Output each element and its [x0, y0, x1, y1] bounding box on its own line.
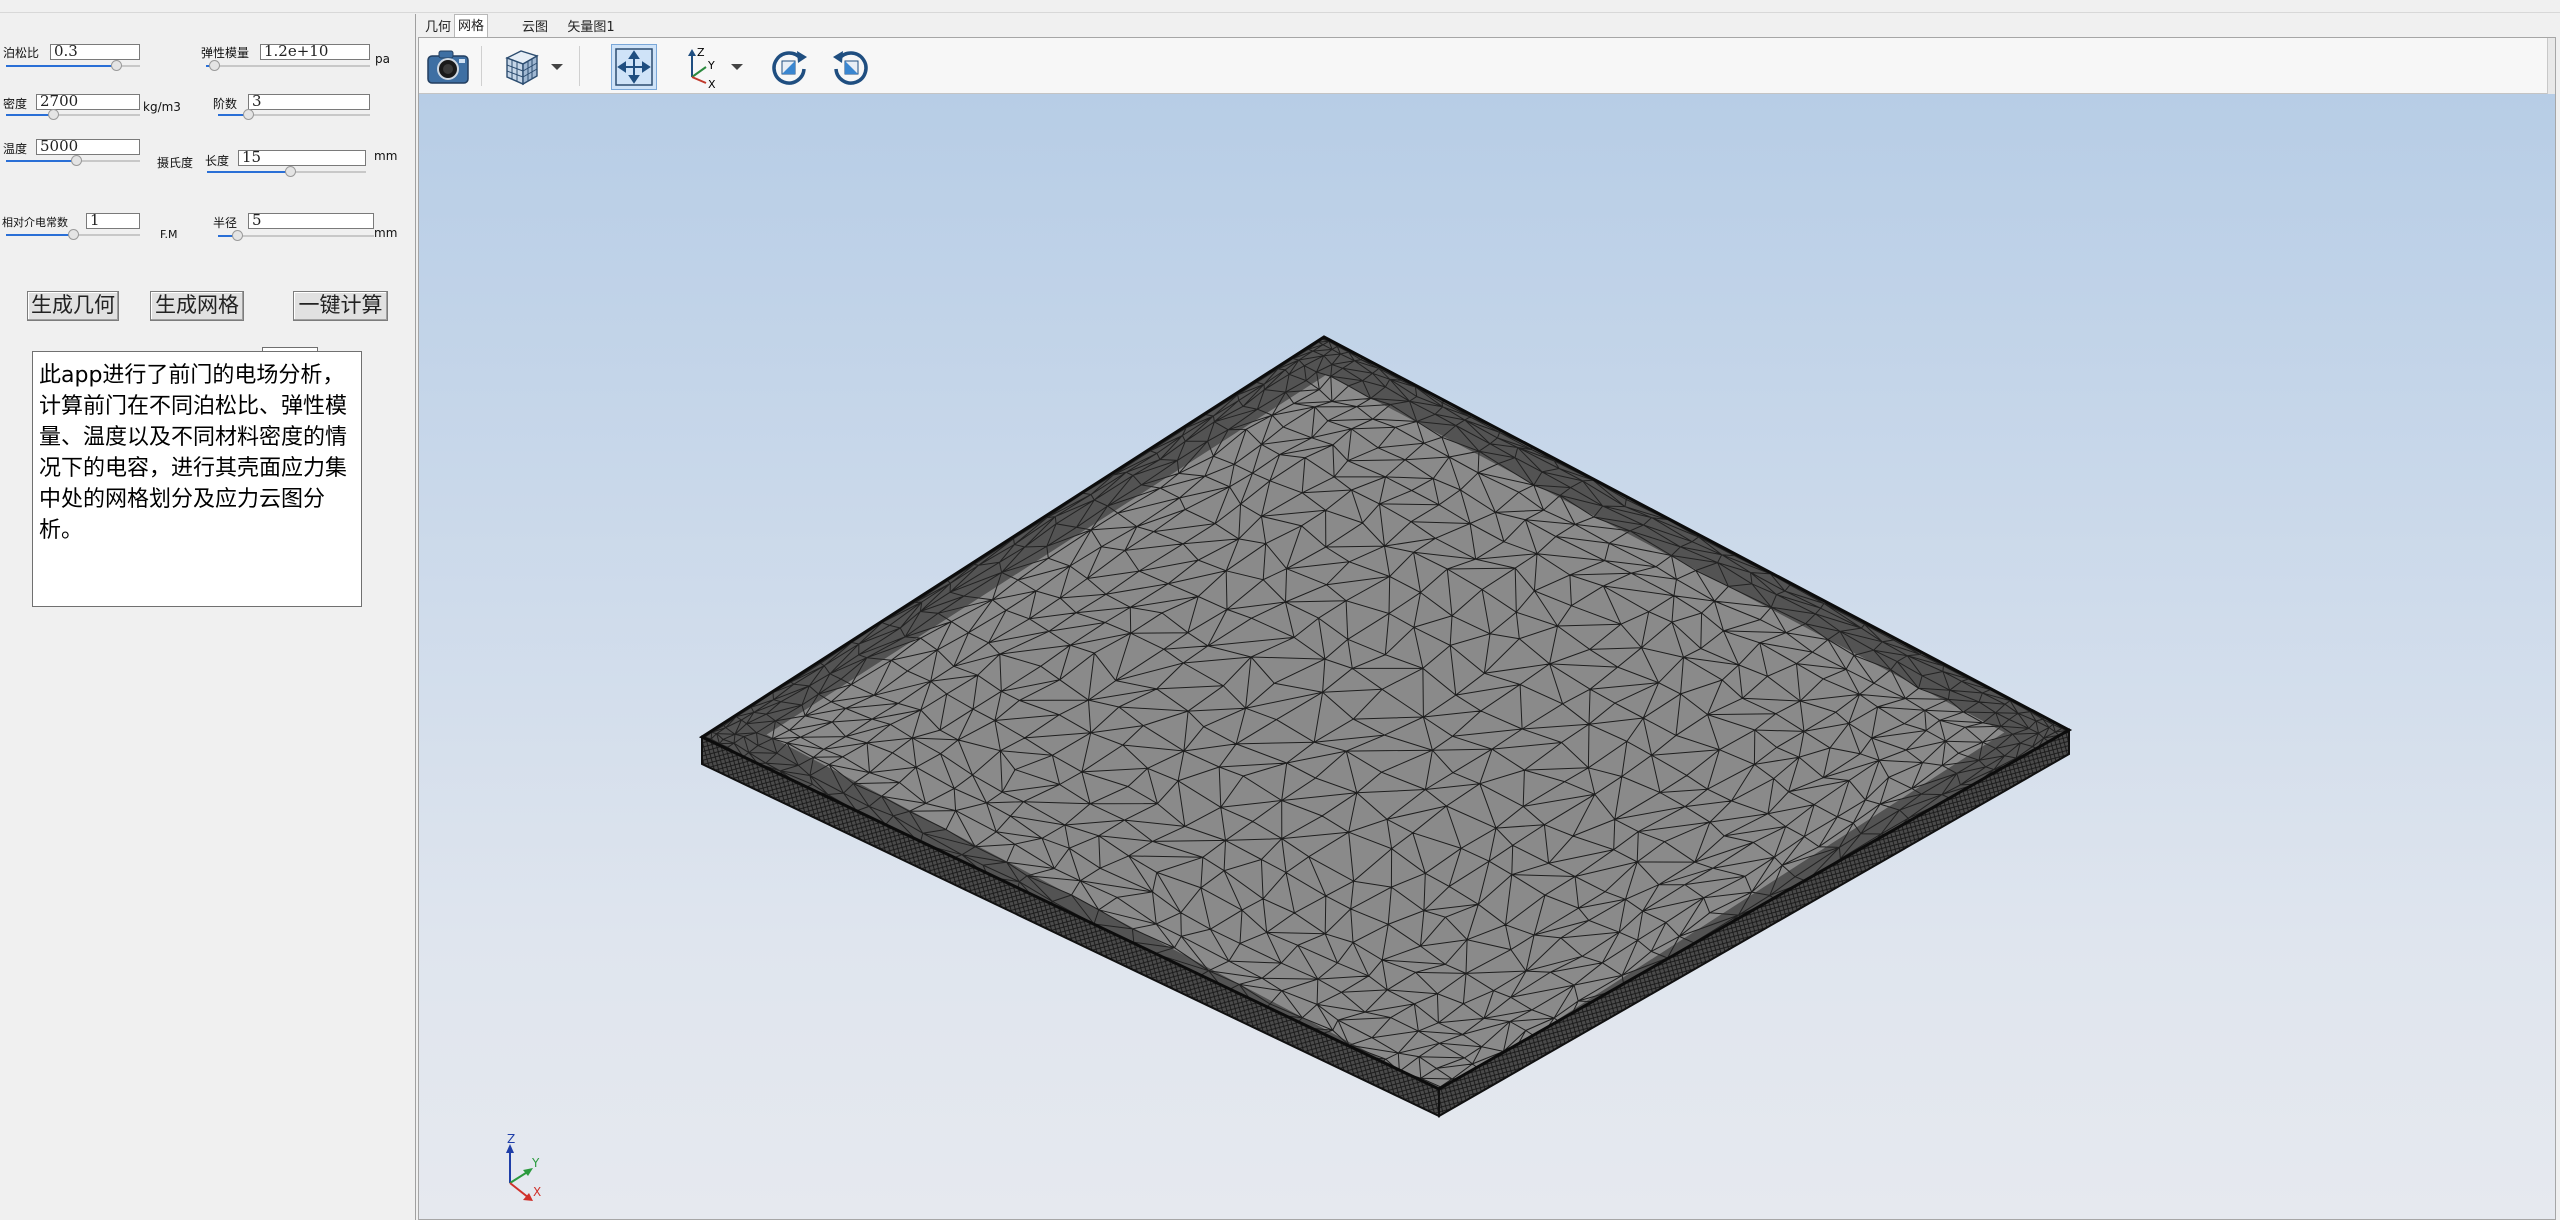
permittivity-slider[interactable] — [6, 229, 140, 241]
permittivity-unit: F.M — [160, 228, 178, 241]
temperature-unit: 摄氏度 — [157, 156, 194, 170]
camera-icon[interactable] — [423, 44, 473, 90]
axis-triad: Z Y X — [506, 1132, 541, 1201]
fit-view-icon[interactable] — [611, 44, 657, 90]
length-slider[interactable] — [207, 166, 366, 178]
density-input[interactable]: 2700 — [36, 94, 140, 110]
compute-all-button[interactable]: 一键计算 — [293, 291, 388, 321]
axis-z-label: Z — [507, 1132, 515, 1146]
radius-input[interactable]: 5 — [248, 213, 374, 229]
modulus-unit: pa — [375, 52, 390, 66]
permittivity-input[interactable]: 1 — [86, 213, 140, 229]
graphics-toolbar: Z Y X — [419, 38, 2555, 94]
title-bar — [0, 0, 2560, 13]
graphics-viewer: Z Y X Z Y X — [418, 37, 2556, 1220]
generate-mesh-button[interactable]: 生成网格 — [150, 291, 244, 321]
view-cube-dropdown-arrow-icon[interactable] — [547, 44, 567, 90]
axis-y-label: Y — [531, 1156, 540, 1170]
length-input[interactable]: 15 — [238, 150, 366, 166]
poisson-label: 泊松比 — [3, 46, 40, 60]
tab-contour[interactable]: 云图 — [520, 18, 550, 38]
radius-label: 半径 — [213, 216, 238, 230]
poisson-input[interactable]: 0.3 — [50, 44, 140, 60]
toolbar-scroll[interactable] — [2547, 38, 2555, 94]
axis-dropdown-arrow-icon[interactable] — [727, 44, 747, 90]
tab-mesh[interactable]: 网格 — [454, 14, 488, 38]
permittivity-label: 相对介电常数 — [2, 216, 68, 229]
view-cube-icon[interactable] — [499, 44, 545, 90]
temperature-input[interactable]: 5000 — [36, 139, 140, 155]
modulus-input[interactable]: 1.2e+10 — [260, 44, 370, 60]
modulus-label: 弹性模量 — [201, 46, 250, 60]
mesh-plate-model: Z Y X — [506, 335, 2073, 1201]
order-slider[interactable] — [218, 109, 370, 121]
parameter-panel: 泊松比 0.3 弹性模量 1.2e+10 pa 密度 2700 kg/m3 阶数… — [0, 14, 416, 1220]
app-window: 泊松比 0.3 弹性模量 1.2e+10 pa 密度 2700 kg/m3 阶数… — [0, 0, 2560, 1220]
mesh-canvas[interactable]: Z Y X — [419, 94, 2555, 1219]
rotate-cw-icon[interactable] — [765, 44, 813, 90]
axis-x-label: X — [533, 1185, 541, 1199]
radius-slider[interactable] — [218, 230, 374, 242]
description-textbox: 此app进行了前门的电场分析，计算前门在不同泊松比、弹性模量、温度以及不同材料密… — [32, 351, 362, 607]
length-unit: mm — [374, 149, 398, 163]
temperature-slider[interactable] — [6, 155, 140, 167]
axis-triad-icon[interactable]: Z Y X — [681, 44, 725, 90]
triad-y-label: Y — [707, 59, 715, 72]
modulus-slider[interactable] — [206, 60, 370, 72]
tab-geometry[interactable]: 几何 — [424, 18, 452, 38]
triad-x-label: X — [708, 78, 716, 89]
radius-unit: mm — [374, 226, 398, 240]
density-slider[interactable] — [6, 109, 140, 121]
poisson-slider[interactable] — [6, 60, 140, 72]
triad-z-label: Z — [697, 46, 705, 59]
tab-vector[interactable]: 矢量图1 — [566, 18, 616, 38]
order-input[interactable]: 3 — [248, 94, 370, 110]
density-unit: kg/m3 — [143, 100, 181, 114]
generate-geometry-button[interactable]: 生成几何 — [27, 291, 119, 321]
rotate-ccw-icon[interactable] — [827, 44, 875, 90]
